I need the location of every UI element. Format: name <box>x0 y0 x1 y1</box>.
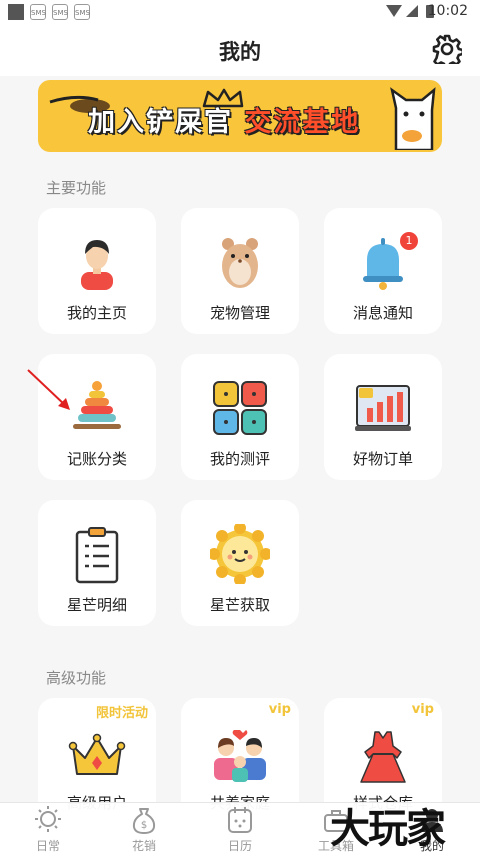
page-title: 我的 <box>219 40 261 64</box>
top-bar: 我的 <box>0 24 480 76</box>
join-community-banner[interactable]: 加入铲屎官 交流基地 <box>38 80 442 152</box>
svg-text:$: $ <box>141 820 147 831</box>
status-bar: SMS SMS SMS 10:02 <box>0 0 480 24</box>
card-label: 宠物管理 <box>209 304 270 322</box>
crown-icon <box>68 733 126 775</box>
family-icon <box>214 730 266 782</box>
card-label: 消息通知 <box>352 304 413 322</box>
vip-tag: vip <box>268 702 291 717</box>
my-homepage-card[interactable]: 我的主页 <box>38 208 156 334</box>
nav-item-calendar[interactable]: 日历 <box>200 803 280 855</box>
stacking-rings-icon <box>73 381 121 429</box>
card-label: 星芒明细 <box>66 596 127 614</box>
grid-icon <box>213 381 267 435</box>
card-label: 我的主页 <box>66 304 127 322</box>
vip-tag: vip <box>411 702 434 717</box>
calendar-icon <box>228 807 252 833</box>
section-label-advanced: 高级功能 <box>46 669 107 687</box>
wifi-icon <box>386 5 402 17</box>
sun-icon <box>210 524 270 584</box>
gear-icon[interactable] <box>432 34 462 64</box>
dress-icon <box>360 731 406 783</box>
card-label: 星芒获取 <box>209 596 270 614</box>
nav-item-daily[interactable]: 日常 <box>8 803 88 855</box>
hamster-icon <box>222 238 258 288</box>
banner-text: 加入铲屎官 交流基地 <box>88 107 361 138</box>
section-label-main: 主要功能 <box>46 179 107 197</box>
clipboard-icon <box>75 527 119 584</box>
pet-management-card[interactable]: 宠物管理 <box>181 208 299 334</box>
user-icon <box>81 240 113 290</box>
nav-item-spending[interactable]: $ 花销 <box>104 803 184 855</box>
nav-label: 日常 <box>35 839 60 853</box>
signal-icon <box>406 5 418 17</box>
star-details-card[interactable]: 星芒明细 <box>38 500 156 626</box>
annotation-arrow <box>27 369 70 410</box>
notification-icon <box>8 4 24 20</box>
good-orders-card[interactable]: 好物订单 <box>324 354 442 480</box>
my-review-card[interactable]: 我的测评 <box>181 354 299 480</box>
card-label: 记账分类 <box>66 450 127 468</box>
sms-app-icon: SMS <box>30 4 46 20</box>
cat-icon <box>390 87 436 150</box>
sms-app-icon: SMS <box>74 4 90 20</box>
sun-outline-icon <box>35 806 61 832</box>
card-label: 我的测评 <box>209 450 270 468</box>
money-bag-icon: $ <box>132 808 156 834</box>
watermark: 大玩家 <box>330 806 446 852</box>
nav-label: 花销 <box>131 839 156 853</box>
nav-label: 日历 <box>227 839 252 853</box>
message-notification-card[interactable]: 1 消息通知 <box>324 208 442 334</box>
sms-app-icon: SMS <box>52 4 68 20</box>
card-label: 好物订单 <box>352 450 413 468</box>
notification-badge: 1 <box>400 232 418 250</box>
clock: 10:02 <box>427 3 468 19</box>
star-obtain-card[interactable]: 星芒获取 <box>181 500 299 626</box>
limited-event-tag: 限时活动 <box>95 706 148 721</box>
chart-board-icon <box>355 385 411 431</box>
